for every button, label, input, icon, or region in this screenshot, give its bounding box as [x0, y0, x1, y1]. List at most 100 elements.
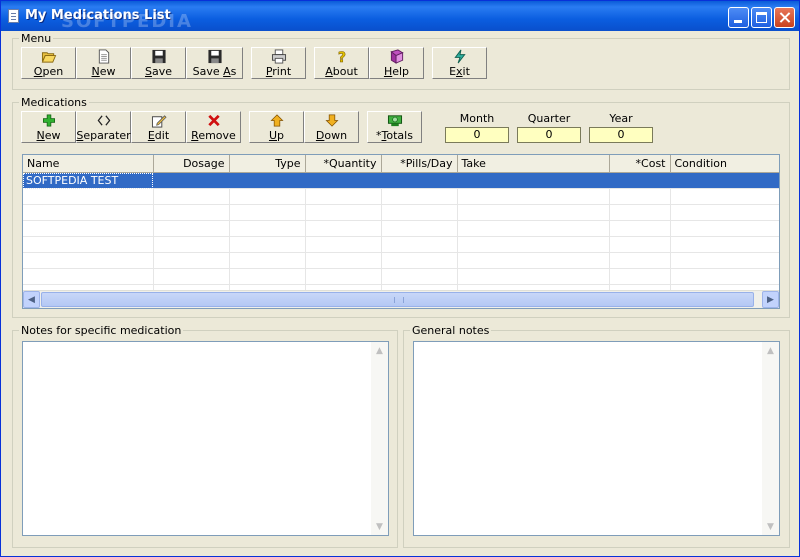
- edit-button[interactable]: Edit: [131, 111, 186, 143]
- column-header-pills-per-day[interactable]: *Pills/Day: [381, 155, 458, 173]
- new-document-icon: [98, 49, 109, 64]
- totals-button[interactable]: *Totals: [367, 111, 422, 143]
- print-button-label: Print: [265, 65, 292, 78]
- quarter-label: Quarter: [527, 112, 571, 125]
- column-header-condition[interactable]: Condition: [670, 155, 779, 173]
- plus-icon: [42, 114, 55, 127]
- cell-cost[interactable]: [609, 172, 671, 189]
- cell-name[interactable]: SOFTPEDIA TEST: [23, 172, 154, 189]
- save-button[interactable]: Save: [131, 47, 186, 79]
- separator-button-label: Separater: [76, 129, 131, 142]
- remove-button[interactable]: Remove: [186, 111, 241, 143]
- maximize-button[interactable]: [751, 7, 772, 28]
- close-icon: [775, 8, 794, 27]
- new-medication-button[interactable]: New: [21, 111, 76, 143]
- cell-pills-per-day[interactable]: [381, 172, 458, 189]
- move-down-button-label: Down: [315, 129, 348, 142]
- column-header-quantity[interactable]: *Quantity: [305, 155, 382, 173]
- chevron-down-icon: ▼: [767, 521, 774, 532]
- empty-row: [23, 268, 779, 285]
- exit-button[interactable]: Exit: [432, 47, 487, 79]
- main-window: My Medications List SOFTPEDIA Menu Open …: [0, 0, 800, 557]
- general-notes-scrollbar[interactable]: ▲ ▼: [762, 342, 779, 535]
- scroll-down-button[interactable]: ▼: [762, 518, 779, 535]
- medications-group-legend: Medications: [21, 96, 87, 109]
- column-header-take[interactable]: Take: [457, 155, 610, 173]
- arrow-down-icon: [324, 114, 339, 127]
- remove-button-label: Remove: [191, 129, 236, 142]
- scroll-thumb[interactable]: [41, 292, 754, 307]
- floppy-disk-icon: [151, 49, 166, 64]
- money-icon: [387, 115, 402, 127]
- specific-notes-scrollbar[interactable]: ▲ ▼: [371, 342, 388, 535]
- save-as-button[interactable]: Save As: [186, 47, 243, 79]
- scroll-down-button[interactable]: ▼: [371, 518, 388, 535]
- medications-toolbar: New Separater Edit Remove Up Down *Total…: [21, 111, 422, 143]
- empty-row: [23, 252, 779, 269]
- year-total: 0: [589, 127, 653, 143]
- scroll-right-button[interactable]: ▶: [762, 291, 779, 308]
- move-up-button[interactable]: Up: [249, 111, 304, 143]
- minimize-icon: [729, 8, 748, 27]
- chevron-up-icon: ▲: [376, 345, 383, 356]
- general-notes-textarea[interactable]: ▲ ▼: [413, 341, 780, 536]
- cell-take[interactable]: [457, 172, 610, 189]
- chevron-right-icon: ▶: [767, 294, 774, 305]
- cell-condition[interactable]: [670, 172, 779, 189]
- month-label: Month: [459, 112, 495, 125]
- general-notes-legend: General notes: [412, 324, 490, 337]
- svg-text:?: ?: [337, 50, 345, 64]
- about-button-label: About: [325, 65, 358, 78]
- title-bar[interactable]: My Medications List SOFTPEDIA: [1, 1, 799, 32]
- arrow-up-icon: [269, 114, 284, 127]
- new-file-button-label: New: [91, 65, 116, 78]
- chevron-left-icon: ◀: [28, 294, 35, 305]
- watermark: SOFTPEDIA: [61, 11, 193, 32]
- open-button-label: Open: [33, 65, 64, 78]
- question-mark-icon: ?: [337, 50, 346, 64]
- table-row[interactable]: SOFTPEDIA TEST: [23, 172, 779, 189]
- move-down-button[interactable]: Down: [304, 111, 359, 143]
- scroll-up-button[interactable]: ▲: [371, 342, 388, 359]
- menu-toolbar: Open New Save Save As Print ? About Help: [21, 47, 487, 79]
- minimize-button[interactable]: [728, 7, 749, 28]
- column-header-cost[interactable]: *Cost: [609, 155, 671, 173]
- specific-notes-textarea[interactable]: ▲ ▼: [22, 341, 389, 536]
- edit-icon: [151, 115, 167, 128]
- floppy-disk-icon: [207, 49, 222, 64]
- scroll-up-button[interactable]: ▲: [762, 342, 779, 359]
- edit-button-label: Edit: [147, 129, 170, 142]
- separator-button[interactable]: Separater: [76, 111, 131, 143]
- printer-icon: [271, 49, 286, 64]
- cell-dosage[interactable]: [153, 172, 230, 189]
- specific-notes-legend: Notes for specific medication: [21, 324, 182, 337]
- grip-icon: [393, 297, 404, 303]
- help-book-icon: [389, 49, 404, 64]
- open-button[interactable]: Open: [21, 47, 76, 79]
- column-header-dosage[interactable]: Dosage: [153, 155, 230, 173]
- empty-row: [23, 236, 779, 253]
- quarter-total: 0: [517, 127, 581, 143]
- cell-type[interactable]: [229, 172, 306, 189]
- print-button[interactable]: Print: [251, 47, 306, 79]
- save-button-label: Save: [144, 65, 172, 78]
- new-file-button[interactable]: New: [76, 47, 131, 79]
- month-total: 0: [445, 127, 509, 143]
- exit-icon: [453, 49, 466, 64]
- year-label: Year: [609, 112, 633, 125]
- column-header-type[interactable]: Type: [229, 155, 306, 173]
- totals-button-label: *Totals: [376, 129, 413, 142]
- help-button[interactable]: Help: [369, 47, 424, 79]
- folder-open-icon: [41, 52, 56, 63]
- chevron-down-icon: ▼: [376, 521, 383, 532]
- move-up-button-label: Up: [268, 129, 285, 142]
- column-header-name[interactable]: Name: [23, 155, 154, 173]
- menu-group-legend: Menu: [21, 32, 52, 45]
- close-button[interactable]: [774, 7, 795, 28]
- medications-table[interactable]: Name Dosage Type *Quantity *Pills/Day Ta…: [22, 154, 780, 309]
- horizontal-scrollbar[interactable]: ◀ ▶: [23, 290, 779, 308]
- about-button[interactable]: ? About: [314, 47, 369, 79]
- cell-quantity[interactable]: [305, 172, 382, 189]
- scroll-left-button[interactable]: ◀: [23, 291, 40, 308]
- remove-x-icon: [207, 114, 220, 127]
